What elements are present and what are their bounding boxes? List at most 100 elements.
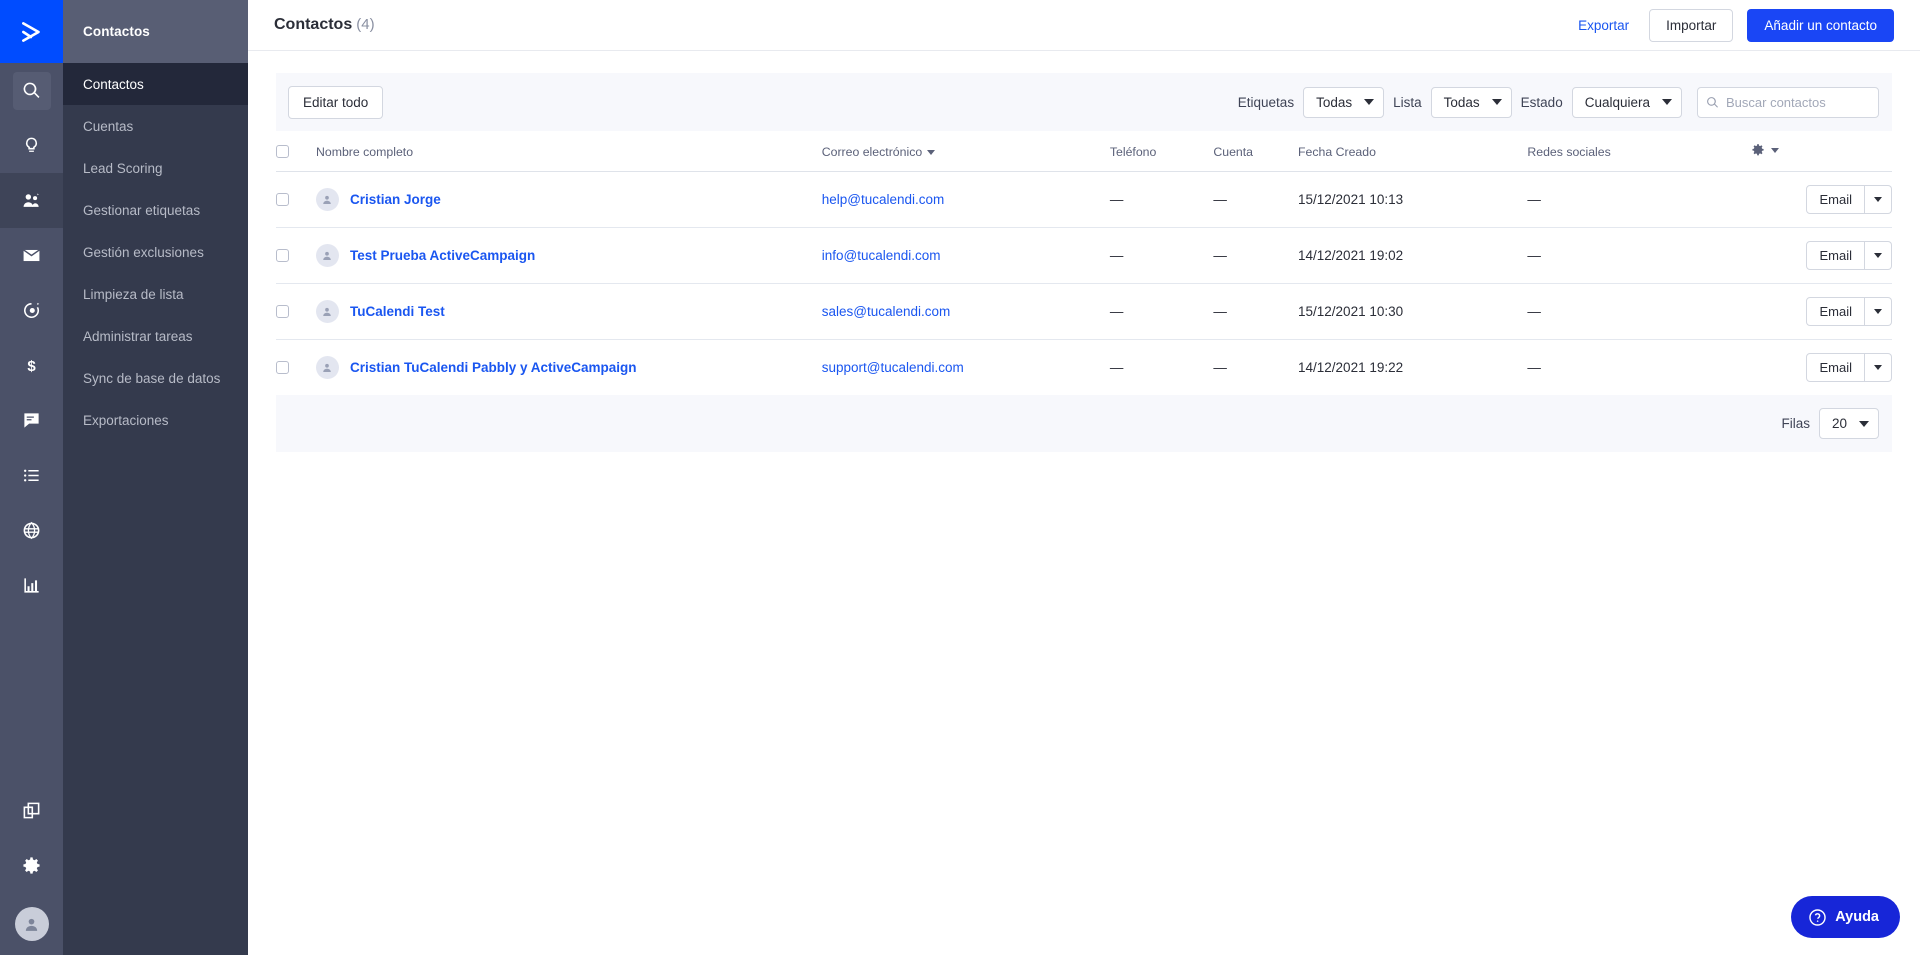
contact-email-link[interactable]: help@tucalendi.com (822, 192, 945, 207)
rail-item-lists[interactable] (0, 448, 63, 503)
table-row[interactable]: Cristian TuCalendi Pabbly y ActiveCampai… (276, 340, 1892, 396)
row-action-dropdown-button[interactable] (1865, 241, 1892, 270)
table-row[interactable]: TuCalendi Test sales@tucalendi.com — — 1… (276, 283, 1892, 340)
tags-filter-select[interactable]: Todas (1303, 86, 1385, 118)
rail-item-campaigns[interactable] (0, 228, 63, 283)
row-action-dropdown-button[interactable] (1865, 297, 1892, 326)
conversations-icon (13, 402, 51, 440)
row-checkbox[interactable] (276, 193, 289, 206)
rail-item-apps[interactable] (0, 783, 63, 838)
column-header-name[interactable]: Nombre completo (315, 131, 822, 172)
rail-item-search[interactable] (0, 63, 63, 118)
contact-name-link[interactable]: Cristian TuCalendi Pabbly y ActiveCampai… (350, 360, 637, 375)
rail-item-reports[interactable] (0, 558, 63, 613)
export-button[interactable]: Exportar (1572, 14, 1635, 37)
column-header-account[interactable]: Cuenta (1213, 131, 1299, 172)
row-checkbox[interactable] (276, 249, 289, 262)
page-count: (4) (356, 16, 375, 33)
add-contact-button[interactable]: Añadir un contacto (1747, 8, 1894, 42)
sidebar-item-sync-base-datos[interactable]: Sync de base de datos (63, 357, 248, 399)
search-icon (12, 71, 51, 110)
row-actions-cell: Email (1750, 227, 1892, 284)
column-label: Correo electrónico (821, 144, 923, 159)
edit-all-button[interactable]: Editar todo (288, 85, 384, 119)
chevron-down-icon (1662, 99, 1672, 105)
contact-name-link[interactable]: Cristian Jorge (350, 192, 441, 207)
activecampaign-logo-icon[interactable] (0, 0, 63, 63)
gear-icon (13, 847, 51, 885)
rail-item-campaign-ideas[interactable] (0, 118, 63, 173)
user-avatar-icon[interactable] (14, 907, 49, 941)
row-actions-cell: Email (1750, 171, 1892, 228)
contact-email-link[interactable]: sales@tucalendi.com (822, 304, 951, 319)
column-header-date[interactable]: Fecha Creado (1298, 131, 1528, 172)
row-checkbox[interactable] (276, 305, 289, 318)
table-settings-button[interactable] (1751, 143, 1779, 157)
rail-item-contacts[interactable] (0, 173, 63, 228)
row-actions-cell: Email (1751, 340, 1892, 396)
row-name-cell: Test Prueba ActiveCampaign (315, 227, 822, 284)
contact-avatar-icon (315, 300, 339, 323)
sidebar-item-limpieza-de-lista[interactable]: Limpieza de lista (63, 273, 248, 315)
chevron-down-icon (1770, 147, 1779, 153)
row-checkbox[interactable] (276, 361, 289, 374)
row-name-cell: TuCalendi Test (315, 283, 822, 340)
envelope-icon (13, 237, 51, 275)
sidebar-item-label: Contactos (83, 76, 144, 92)
row-phone-cell: — (1109, 360, 1124, 375)
question-circle-icon (1809, 908, 1826, 926)
contact-name-link[interactable]: Test Prueba ActiveCampaign (350, 248, 535, 263)
sidebar-item-cuentas[interactable]: Cuentas (63, 105, 248, 147)
search-contacts-wrapper[interactable] (1697, 86, 1879, 118)
sidebar-item-gestion-exclusiones[interactable]: Gestión exclusiones (63, 231, 248, 273)
table-row[interactable]: Cristian Jorge help@tucalendi.com — — 15… (276, 171, 1892, 228)
row-date-cell: 15/12/2021 10:30 (1298, 283, 1528, 340)
rail-item-website[interactable] (0, 503, 63, 558)
rows-per-page-select[interactable]: 20 (1818, 408, 1879, 439)
table-body: Cristian Jorge help@tucalendi.com — — 15… (276, 171, 1892, 396)
help-button[interactable]: Ayuda (1791, 896, 1900, 938)
table-row[interactable]: Test Prueba ActiveCampaign info@tucalend… (276, 227, 1892, 284)
sidebar-item-exportaciones[interactable]: Exportaciones (63, 399, 248, 441)
contacts-people-icon (13, 182, 51, 220)
row-phone-cell: — (1109, 283, 1214, 340)
row-email-action-button[interactable]: Email (1806, 353, 1865, 382)
rail-item-settings[interactable] (0, 838, 63, 893)
status-filter-select[interactable]: Cualquiera (1571, 86, 1682, 118)
import-button[interactable]: Importar (1649, 8, 1734, 42)
search-input[interactable] (1726, 94, 1870, 110)
bar-chart-icon (13, 567, 51, 605)
row-action-split-button: Email (1806, 241, 1892, 270)
row-email-action-button[interactable]: Email (1806, 241, 1865, 270)
contact-email-link[interactable]: info@tucalendi.com (822, 248, 941, 263)
automations-gear-icon (13, 292, 51, 330)
row-action-dropdown-button[interactable] (1865, 185, 1892, 214)
sidebar-item-gestionar-etiquetas[interactable]: Gestionar etiquetas (63, 189, 248, 231)
row-action-split-button: Email (1806, 297, 1892, 326)
contact-name-link[interactable]: TuCalendi Test (350, 304, 445, 319)
sidebar-item-lead-scoring[interactable]: Lead Scoring (63, 147, 248, 189)
row-account-cell: — (1213, 171, 1299, 228)
sidebar-item-administrar-tareas[interactable]: Administrar tareas (63, 315, 248, 357)
contact-avatar-icon (315, 188, 339, 211)
column-header-email[interactable]: Correo electrónico (821, 131, 1110, 172)
list-filter-select[interactable]: Todas (1430, 86, 1512, 118)
row-email-cell: sales@tucalendi.com (821, 283, 1110, 340)
column-header-phone[interactable]: Teléfono (1109, 131, 1214, 172)
rail-item-deals[interactable]: $ (0, 338, 63, 393)
contact-email-link[interactable]: support@tucalendi.com (822, 360, 964, 375)
rail-item-automations[interactable] (0, 283, 63, 338)
row-action-dropdown-button[interactable] (1865, 353, 1892, 382)
tags-filter-value: Todas (1316, 94, 1353, 110)
row-social-cell: — (1527, 360, 1541, 375)
sidebar-item-label: Administrar tareas (83, 328, 193, 344)
row-email-action-button[interactable]: Email (1806, 185, 1865, 214)
rail-item-conversations[interactable] (0, 393, 63, 448)
row-email-action-button[interactable]: Email (1806, 297, 1865, 326)
sidebar-item-contactos[interactable]: Contactos (63, 63, 248, 105)
sidebar-subnav: Contactos Contactos Cuentas Lead Scoring… (63, 0, 248, 955)
row-date-cell: 14/12/2021 19:02 (1298, 227, 1528, 284)
column-header-social[interactable]: Redes sociales (1527, 131, 1751, 172)
select-all-checkbox[interactable] (276, 145, 289, 158)
chevron-down-icon (1874, 309, 1882, 314)
